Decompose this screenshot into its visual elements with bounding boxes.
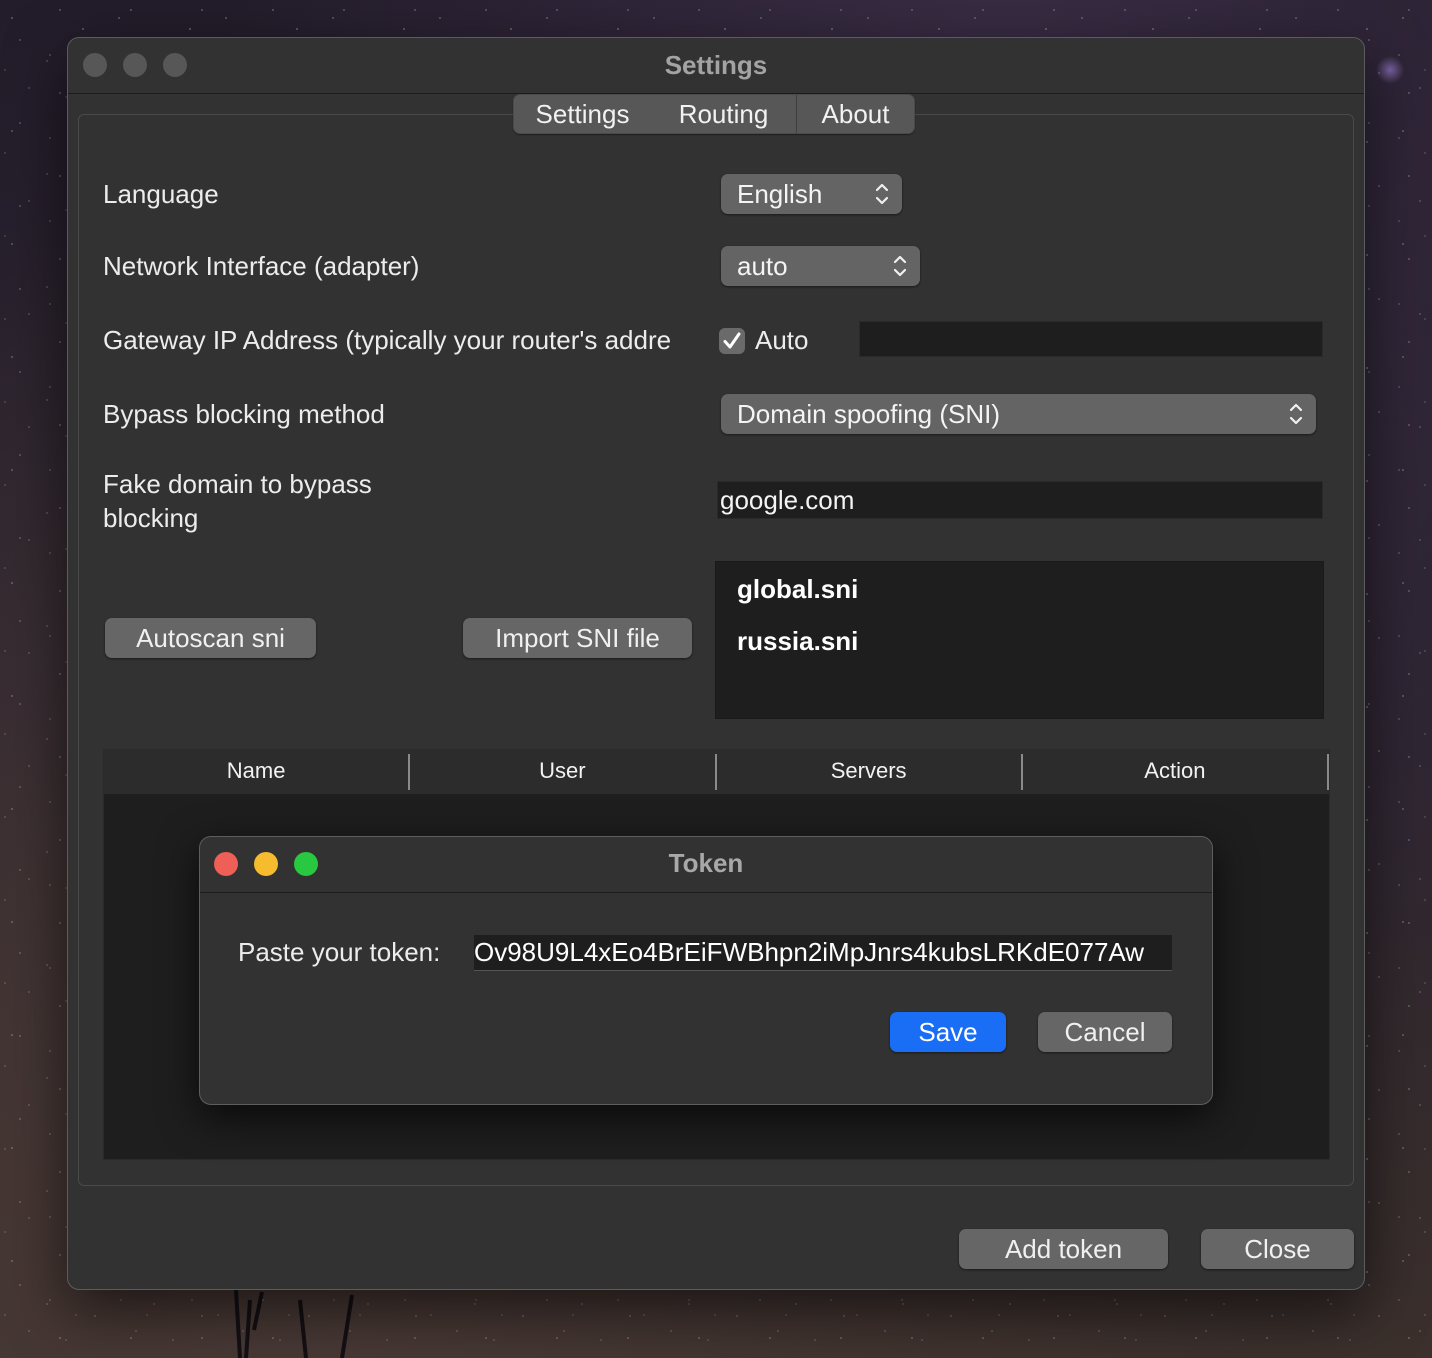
column-header-name[interactable]: Name [104,754,411,790]
tab-about[interactable]: About [797,95,914,133]
dialog-titlebar: Token [200,837,1212,893]
bypass-method-value: Domain spoofing (SNI) [737,399,1000,429]
checkmark-icon [723,332,741,349]
network-interface-value: auto [737,251,788,281]
cancel-button[interactable]: Cancel [1038,1012,1172,1052]
bypass-method-label: Bypass blocking method [103,399,385,429]
window-title: Settings [664,50,768,80]
gateway-label: Gateway IP Address (typically your route… [103,325,672,355]
column-header-servers[interactable]: Servers [717,754,1023,790]
window-titlebar: Settings [68,38,1364,94]
fake-domain-label-line2: blocking [103,503,199,533]
column-header-action[interactable]: Action [1023,754,1329,790]
list-item[interactable]: russia.sni [737,626,858,657]
gateway-auto-label: Auto [755,325,809,355]
fake-domain-input[interactable]: google.com [717,481,1323,519]
token-label: Paste your token: [238,937,441,967]
table-header: Name User Servers Action [104,750,1329,794]
tab-settings[interactable]: Settings [514,95,651,133]
gateway-auto-checkbox[interactable] [719,328,745,354]
token-dialog: Token Paste your token: Ov98U9L4xEo4BrEi… [199,836,1213,1105]
column-header-user[interactable]: User [410,754,717,790]
import-sni-file-button[interactable]: Import SNI file [463,618,692,658]
close-button[interactable]: Close [1201,1229,1354,1269]
language-value: English [737,179,823,209]
save-button[interactable]: Save [890,1012,1006,1052]
network-interface-select[interactable]: auto [721,246,920,286]
tab-routing[interactable]: Routing [651,95,796,133]
dialog-title: Token [668,848,744,878]
language-label: Language [103,179,219,209]
language-select[interactable]: English [721,174,902,214]
sni-file-list: global.sni russia.sni [715,561,1324,719]
autoscan-sni-button[interactable]: Autoscan sni [105,618,316,658]
token-input[interactable]: Ov98U9L4xEo4BrEiFWBhpn2iMpJnrs4kubsLRKdE… [474,935,1172,971]
gateway-ip-input[interactable] [859,321,1323,357]
add-token-button[interactable]: Add token [959,1229,1168,1269]
up-down-chevron-icon [1289,403,1303,425]
up-down-chevron-icon [875,183,889,205]
tab-bar: Settings Routing About [513,94,915,134]
network-interface-label: Network Interface (adapter) [103,251,420,281]
bypass-method-select[interactable]: Domain spoofing (SNI) [721,394,1316,434]
fake-domain-label-line1: Fake domain to bypass [103,469,372,499]
up-down-chevron-icon [893,255,907,277]
list-item[interactable]: global.sni [737,574,858,605]
